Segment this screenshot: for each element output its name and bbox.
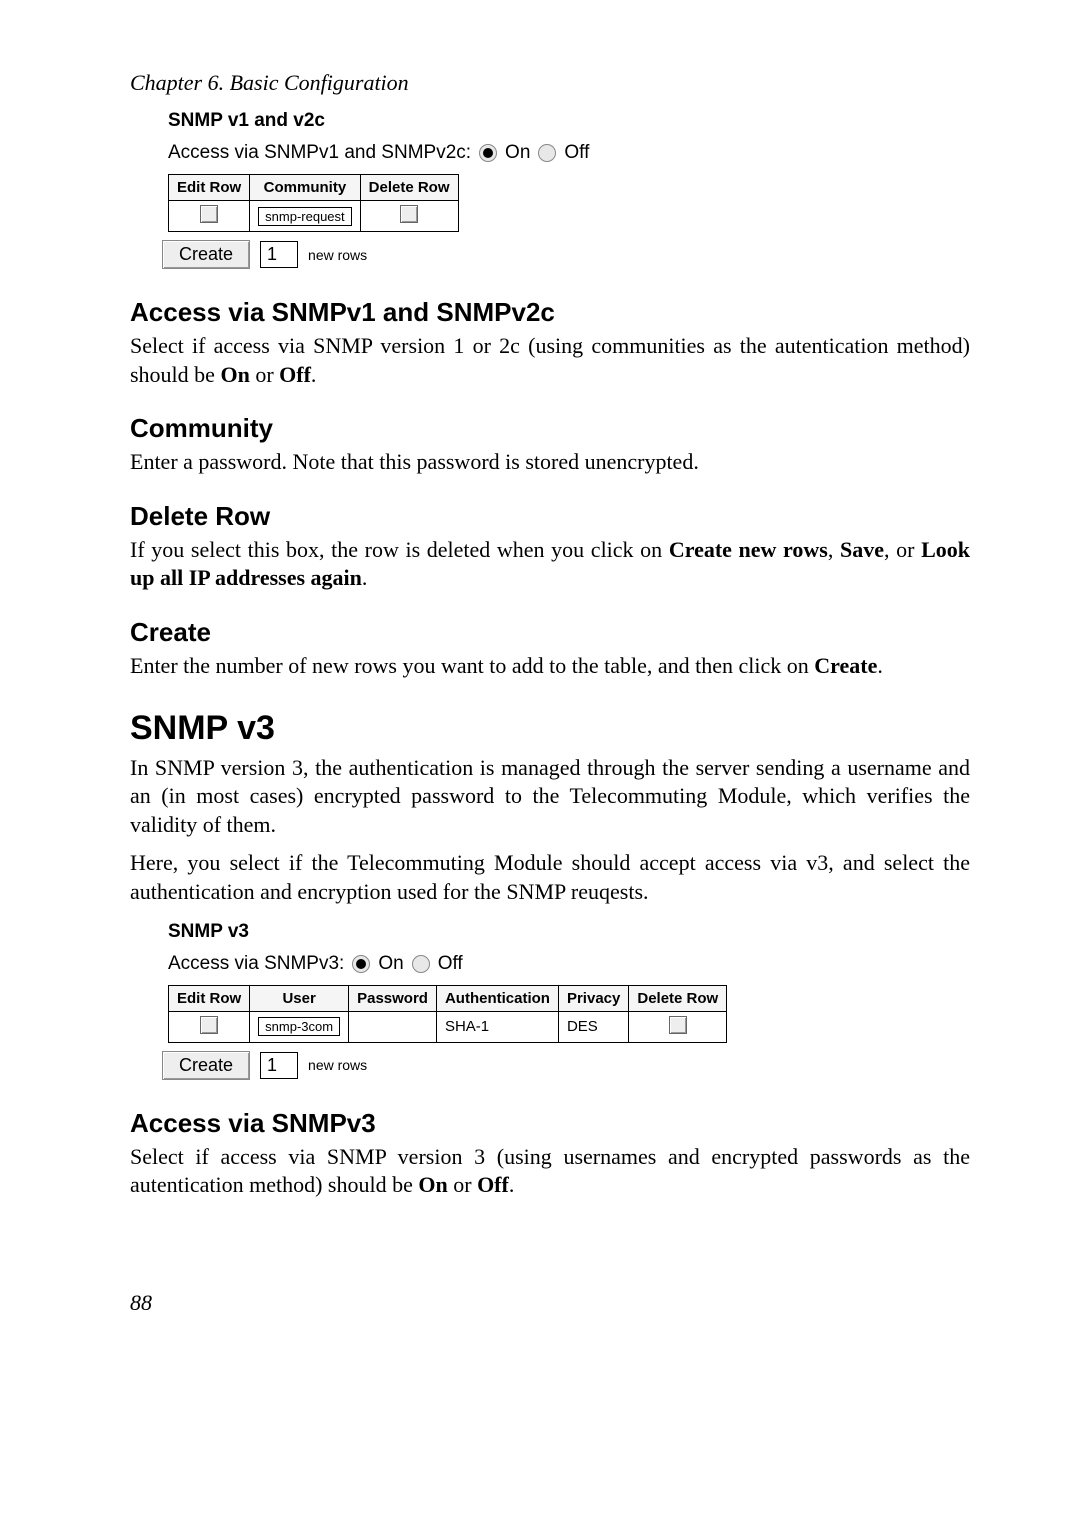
text: . (362, 565, 368, 590)
access-line-v3: Access via SNMPv3: On Off (168, 953, 727, 975)
th-delete: Delete Row (629, 985, 727, 1011)
text: , (828, 537, 840, 562)
create-count-input[interactable]: 1 (260, 241, 298, 268)
radio-on-v3[interactable] (352, 955, 370, 973)
para-delete-row: If you select this box, the row is delet… (130, 536, 970, 593)
para-snmpv3-1: In SNMP version 3, the authentication is… (130, 754, 970, 840)
off-label-v3: Off (438, 953, 463, 975)
text: If you select this box, the row is delet… (130, 537, 669, 562)
th-password: Password (349, 985, 437, 1011)
text-bold: Save (840, 537, 884, 562)
community-table: Edit Row Community Delete Row snmp-reque… (168, 174, 459, 232)
th-user: User (250, 985, 349, 1011)
access-label: Access via SNMPv1 and SNMPv2c: (168, 142, 471, 164)
para-create: Enter the number of new rows you want to… (130, 652, 970, 681)
user-table: Edit Row User Password Authentication Pr… (168, 985, 727, 1043)
heading-snmpv3: SNMP v3 (130, 709, 970, 748)
chapter-header: Chapter 6. Basic Configuration (130, 70, 970, 96)
radio-off-v3[interactable] (412, 955, 430, 973)
privacy-field[interactable]: DES (558, 1011, 628, 1042)
table-row: snmp-request (169, 201, 459, 232)
text-bold: On (418, 1172, 447, 1197)
radio-on[interactable] (479, 144, 497, 162)
th-edit: Edit Row (169, 985, 250, 1011)
text: . (877, 653, 883, 678)
text: or (250, 362, 279, 387)
new-rows-label: new rows (308, 247, 367, 263)
text: . (509, 1172, 515, 1197)
edit-row-checkbox-v3[interactable] (200, 1016, 218, 1034)
user-field[interactable]: snmp-3com (258, 1017, 340, 1036)
para-access-v1v2c: Select if access via SNMP version 1 or 2… (130, 332, 970, 389)
access-line: Access via SNMPv1 and SNMPv2c: On Off (168, 142, 589, 164)
text-bold: Create (814, 653, 877, 678)
access-label-v3: Access via SNMPv3: (168, 953, 344, 975)
community-field[interactable]: snmp-request (258, 207, 351, 226)
new-rows-label-v3: new rows (308, 1057, 367, 1073)
on-label: On (505, 142, 530, 164)
edit-row-checkbox[interactable] (200, 205, 218, 223)
para-community: Enter a password. Note that this passwor… (130, 448, 970, 477)
para-snmpv3-2: Here, you select if the Telecommuting Mo… (130, 849, 970, 906)
create-row-area-v3: Create 1 new rows (162, 1051, 727, 1080)
delete-row-checkbox-v3[interactable] (669, 1016, 687, 1034)
text: Enter the number of new rows you want to… (130, 653, 814, 678)
text-bold: Off (279, 362, 311, 387)
text: . (311, 362, 317, 387)
radio-off[interactable] (538, 144, 556, 162)
create-button[interactable]: Create (162, 240, 250, 269)
page-number: 88 (130, 1290, 970, 1316)
create-row-area: Create 1 new rows (162, 240, 589, 269)
text: or (448, 1172, 477, 1197)
panel-title-v3: SNMP v3 (168, 921, 727, 943)
snmp-v3-panel: SNMP v3 Access via SNMPv3: On Off Edit R… (158, 921, 727, 1080)
text-bold: Off (477, 1172, 509, 1197)
text: Select if access via SNMP version 3 (usi… (130, 1144, 970, 1198)
off-label: Off (564, 142, 589, 164)
snmp-v1v2c-panel: SNMP v1 and v2c Access via SNMPv1 and SN… (158, 110, 589, 269)
heading-create: Create (130, 617, 970, 648)
text-bold: Create new rows (669, 537, 828, 562)
th-auth: Authentication (436, 985, 558, 1011)
th-privacy: Privacy (558, 985, 628, 1011)
heading-community: Community (130, 413, 970, 444)
para-access-v3: Select if access via SNMP version 3 (usi… (130, 1143, 970, 1200)
heading-access-v3: Access via SNMPv3 (130, 1108, 970, 1139)
create-count-input-v3[interactable]: 1 (260, 1052, 298, 1079)
th-edit-row: Edit Row (169, 175, 250, 201)
create-button-v3[interactable]: Create (162, 1051, 250, 1080)
table-row: snmp-3com SHA-1 DES (169, 1011, 727, 1042)
th-community: Community (250, 175, 360, 201)
heading-access-v1v2c: Access via SNMPv1 and SNMPv2c (130, 297, 970, 328)
heading-delete-row: Delete Row (130, 501, 970, 532)
auth-field[interactable]: SHA-1 (436, 1011, 558, 1042)
delete-row-checkbox[interactable] (400, 205, 418, 223)
on-label-v3: On (378, 953, 403, 975)
panel-title: SNMP v1 and v2c (168, 110, 589, 132)
text: , or (884, 537, 921, 562)
th-delete-row: Delete Row (360, 175, 458, 201)
text-bold: On (220, 362, 249, 387)
